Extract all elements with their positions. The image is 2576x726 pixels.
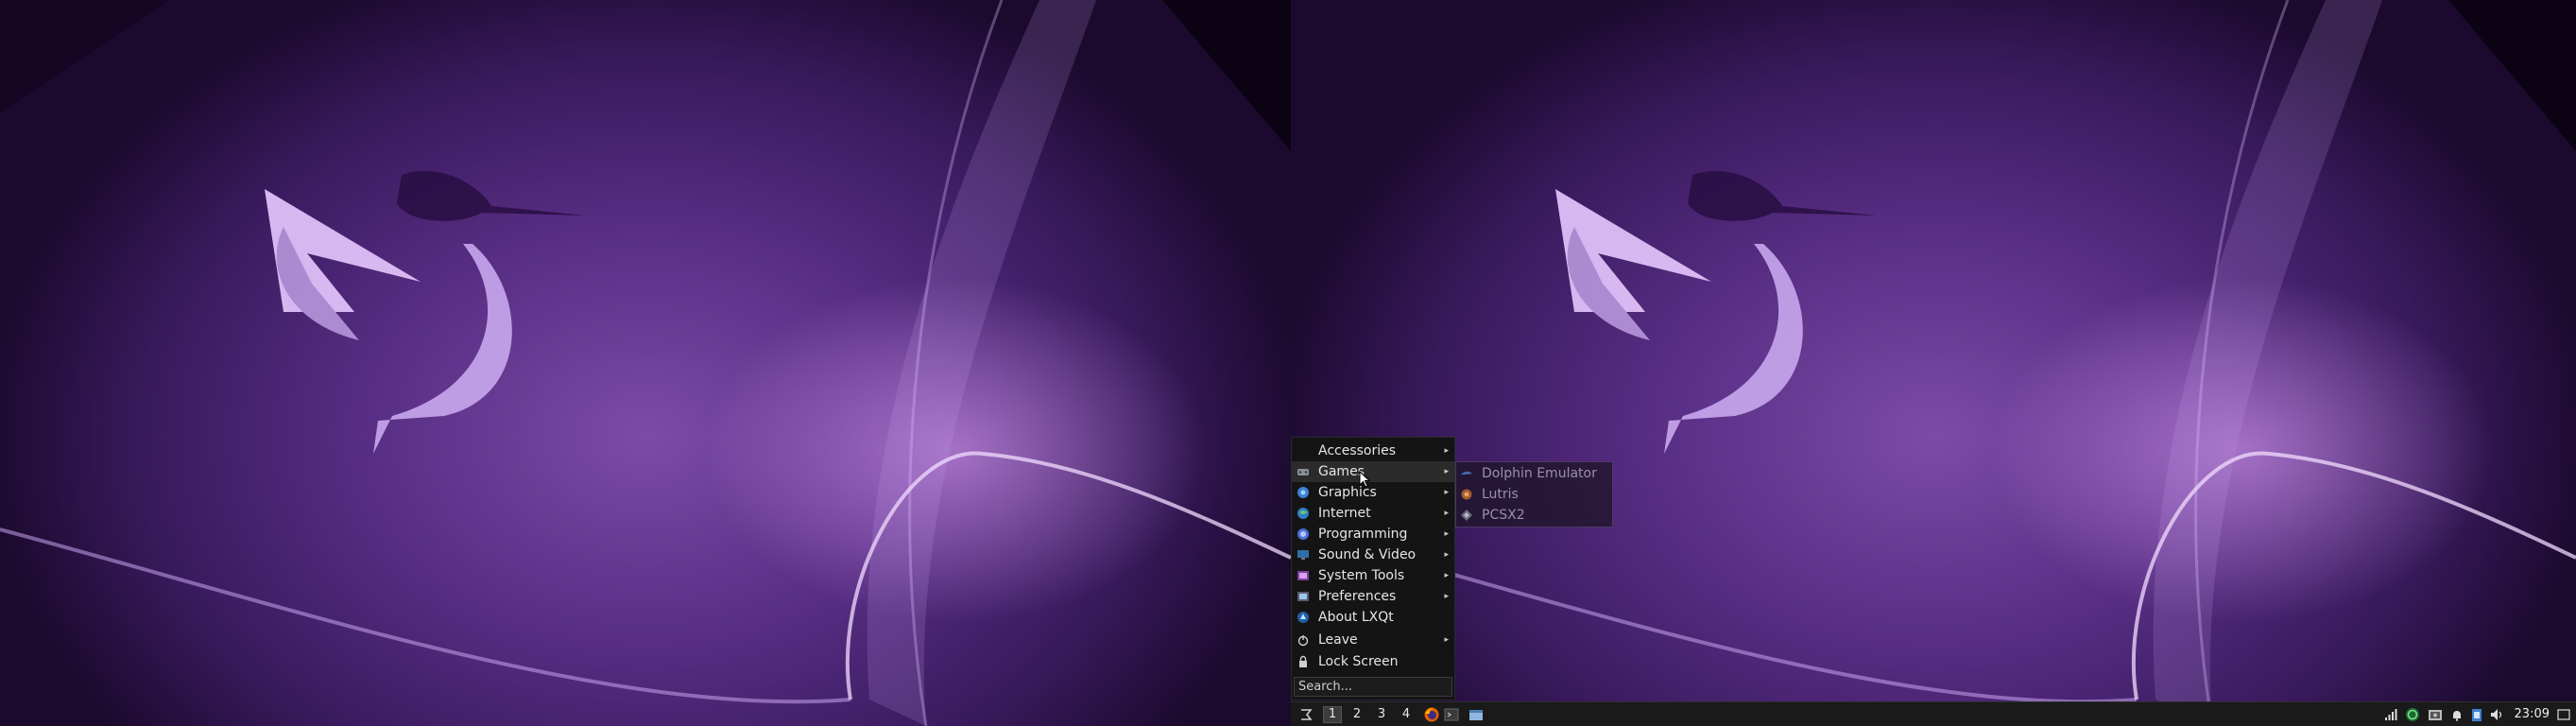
clock[interactable]: 23:09 bbox=[2515, 707, 2550, 721]
update-notifier-icon bbox=[2405, 707, 2419, 721]
file-manager-icon bbox=[1469, 709, 1483, 720]
wallpaper-art bbox=[1291, 0, 2576, 726]
submenu-arrow-icon: ▸ bbox=[1444, 467, 1449, 476]
lxqt-icon bbox=[1296, 610, 1311, 625]
preferences-icon bbox=[1296, 589, 1311, 604]
submenu-arrow-icon: ▸ bbox=[1444, 509, 1449, 518]
firefox-icon bbox=[1424, 707, 1439, 721]
sound-video-icon bbox=[1296, 547, 1311, 562]
clipboard-button[interactable] bbox=[2471, 705, 2482, 724]
desktop-right[interactable] bbox=[1291, 0, 2576, 726]
wallpaper-art bbox=[0, 0, 1291, 726]
menu-item-programming[interactable]: Programming ▸ bbox=[1292, 524, 1454, 544]
submenu-item-dolphin-emulator[interactable]: Dolphin Emulator bbox=[1456, 463, 1612, 484]
games-submenu: Dolphin Emulator Lutris PCSX2 bbox=[1455, 461, 1613, 527]
workspace-4-button[interactable]: 4 bbox=[1397, 706, 1416, 723]
wallpaper bbox=[0, 0, 1291, 726]
volume-icon bbox=[2490, 708, 2501, 720]
submenu-item-pcsx2[interactable]: PCSX2 bbox=[1456, 505, 1612, 526]
games-icon bbox=[1296, 464, 1311, 479]
workspace-2-button[interactable]: 2 bbox=[1348, 706, 1366, 723]
submenu-arrow-icon: ▸ bbox=[1444, 635, 1449, 645]
terminal-launcher[interactable] bbox=[1444, 705, 1459, 724]
update-notifier-button[interactable] bbox=[2405, 705, 2420, 724]
desktop-left[interactable] bbox=[0, 0, 1291, 726]
submenu-arrow-icon: ▸ bbox=[1444, 571, 1449, 580]
system-tools-icon bbox=[1296, 568, 1311, 583]
screenshot-button[interactable] bbox=[2428, 705, 2443, 724]
start-menu: Accessories ▸ Games ▸ Graphics ▸ Interne… bbox=[1291, 437, 1455, 700]
file-manager-launcher[interactable] bbox=[1468, 705, 1484, 724]
workspace-1-button[interactable]: 1 bbox=[1323, 705, 1342, 723]
menu-item-graphics[interactable]: Graphics ▸ bbox=[1292, 482, 1454, 503]
menu-item-about-lxqt[interactable]: About LXQt bbox=[1292, 607, 1454, 628]
show-desktop-icon bbox=[2557, 708, 2570, 720]
menu-item-leave[interactable]: Leave ▸ bbox=[1292, 630, 1454, 650]
submenu-item-lutris[interactable]: Lutris bbox=[1456, 484, 1612, 505]
system-tray: 23:09 bbox=[2377, 702, 2576, 726]
internet-icon bbox=[1296, 506, 1311, 521]
menu-item-games[interactable]: Games ▸ bbox=[1292, 461, 1454, 482]
menu-item-lock-screen[interactable]: Lock Screen bbox=[1292, 651, 1454, 672]
clipboard-icon bbox=[2471, 708, 2482, 721]
pcsx2-icon bbox=[1459, 508, 1474, 523]
lock-icon bbox=[1296, 654, 1311, 669]
menu-search-input[interactable]: Search... bbox=[1294, 677, 1452, 697]
firefox-launcher[interactable] bbox=[1423, 705, 1440, 724]
menu-item-internet[interactable]: Internet ▸ bbox=[1292, 503, 1454, 524]
menu-item-sound-video[interactable]: Sound & Video ▸ bbox=[1292, 544, 1454, 565]
submenu-arrow-icon: ▸ bbox=[1444, 592, 1449, 601]
menu-item-preferences[interactable]: Preferences ▸ bbox=[1292, 586, 1454, 607]
lutris-icon bbox=[1459, 487, 1474, 502]
accessories-icon bbox=[1296, 443, 1311, 458]
power-icon bbox=[1296, 632, 1311, 648]
taskbar: 1 2 3 4 23:09 bbox=[1291, 701, 2576, 726]
submenu-arrow-icon: ▸ bbox=[1444, 550, 1449, 560]
workspace-3-button[interactable]: 3 bbox=[1372, 706, 1391, 723]
menu-item-accessories[interactable]: Accessories ▸ bbox=[1292, 441, 1454, 461]
lxqt-menu-icon bbox=[1301, 708, 1313, 720]
graphics-icon bbox=[1296, 485, 1311, 500]
wallpaper bbox=[1291, 0, 2576, 726]
submenu-arrow-icon: ▸ bbox=[1444, 446, 1449, 456]
dolphin-icon bbox=[1459, 466, 1474, 481]
network-signal-icon bbox=[2384, 708, 2397, 720]
logo-bird bbox=[265, 170, 586, 454]
show-desktop-button[interactable] bbox=[2557, 705, 2570, 724]
menu-item-system-tools[interactable]: System Tools ▸ bbox=[1292, 565, 1454, 586]
submenu-arrow-icon: ▸ bbox=[1444, 488, 1449, 497]
network-signal-button[interactable] bbox=[2384, 705, 2397, 724]
mouse-cursor-icon bbox=[1359, 471, 1370, 488]
volume-button[interactable] bbox=[2490, 705, 2505, 724]
application-menu-button[interactable] bbox=[1295, 705, 1317, 724]
submenu-arrow-icon: ▸ bbox=[1444, 529, 1449, 539]
screenshot-icon bbox=[2428, 709, 2442, 720]
notifications-button[interactable] bbox=[2450, 705, 2464, 724]
notifications-icon bbox=[2452, 710, 2461, 721]
logo-bird bbox=[1555, 170, 1877, 454]
terminal-icon bbox=[1444, 708, 1459, 720]
programming-icon bbox=[1296, 527, 1311, 542]
